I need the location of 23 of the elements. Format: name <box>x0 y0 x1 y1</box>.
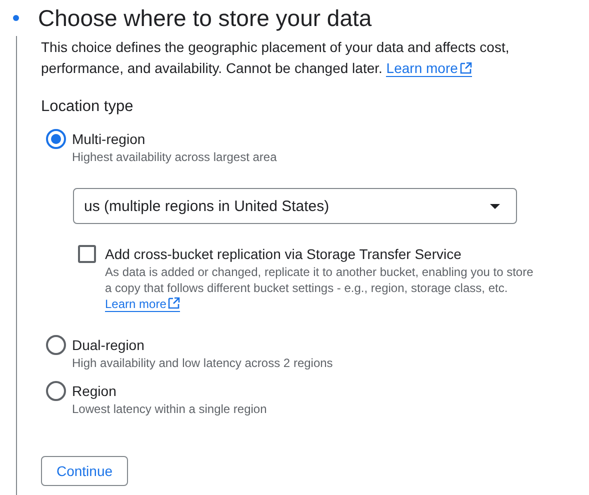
checkbox-label: Add cross-bucket replication via Storage Transfer Service <box>105 245 462 264</box>
caret-icon <box>490 204 500 208</box>
option-label: Region <box>72 382 118 401</box>
checkbox[interactable] <box>78 245 96 263</box>
option-label: Multi-region <box>72 130 146 149</box>
replication-description: As data is added or changed, replicate it to another bucket, enabling you to store a copy that follows different bucket settings - e.g., region, storage class, etc. Learn more <box>105 264 534 312</box>
external-link-icon <box>460 62 472 74</box>
radio-button[interactable] <box>46 381 66 401</box>
option-hint: Highest availability across largest area <box>72 150 277 164</box>
learn-more-link[interactable]: Learn more <box>386 60 472 77</box>
step-bullet <box>13 15 19 21</box>
location-type-heading: Location type <box>41 97 134 117</box>
location-dropdown[interactable]: us (multiple regions in United States) <box>73 188 517 224</box>
radio-button[interactable] <box>46 335 66 355</box>
radio-button[interactable] <box>46 129 66 149</box>
option-hint: Lowest latency within a single region <box>72 402 267 416</box>
option-label: Dual-region <box>72 336 146 355</box>
external-link-icon <box>168 297 180 309</box>
section-description: This choice defines the geographic placement of your data and affects cost, performance, and availability. Cannot be changed later. Learn more <box>41 38 510 79</box>
section-title: Choose where to store your data <box>38 4 372 33</box>
learn-more-link[interactable]: Learn more <box>105 297 180 312</box>
continue-button[interactable]: Continue <box>41 456 128 486</box>
option-hint: High availability and low latency across 2 regions <box>72 356 333 370</box>
